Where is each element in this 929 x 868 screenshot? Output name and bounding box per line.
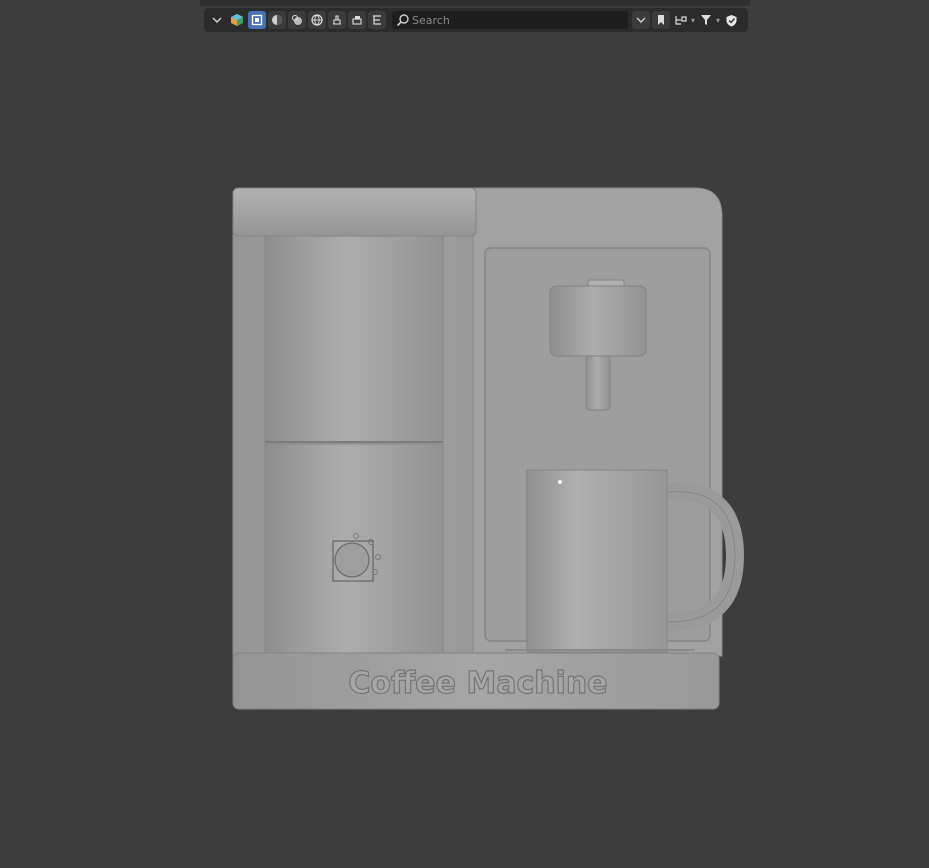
shield-icon[interactable] <box>722 11 740 29</box>
3d-viewport[interactable]: Coffee Machine <box>0 36 929 864</box>
sync-dropdown-caret[interactable]: ▾ <box>691 16 695 25</box>
outliner-toolbar: ▾ ▾ <box>204 8 748 32</box>
model-label: Coffee Machine <box>348 666 607 701</box>
sphere-icon[interactable] <box>268 11 286 29</box>
search-field[interactable] <box>392 11 628 29</box>
filter-dropdown-caret[interactable]: ▾ <box>716 16 720 25</box>
coffee-machine-model[interactable]: Coffee Machine <box>0 36 929 864</box>
select-box-icon[interactable] <box>248 11 266 29</box>
view-mode-icon[interactable] <box>632 11 650 29</box>
material-icon[interactable] <box>288 11 306 29</box>
bookmark-icon[interactable] <box>652 11 670 29</box>
sync-icon[interactable] <box>672 11 690 29</box>
chevron-down-icon[interactable] <box>208 11 226 29</box>
filter-icon[interactable] <box>697 11 715 29</box>
world-icon[interactable] <box>308 11 326 29</box>
hierarchy-icon[interactable] <box>368 11 386 29</box>
restrict-select-icon[interactable] <box>328 11 346 29</box>
print-icon[interactable] <box>348 11 366 29</box>
search-input[interactable] <box>412 13 612 27</box>
header-strip <box>200 0 750 6</box>
scene-icon[interactable] <box>228 11 246 29</box>
search-icon <box>396 14 409 27</box>
